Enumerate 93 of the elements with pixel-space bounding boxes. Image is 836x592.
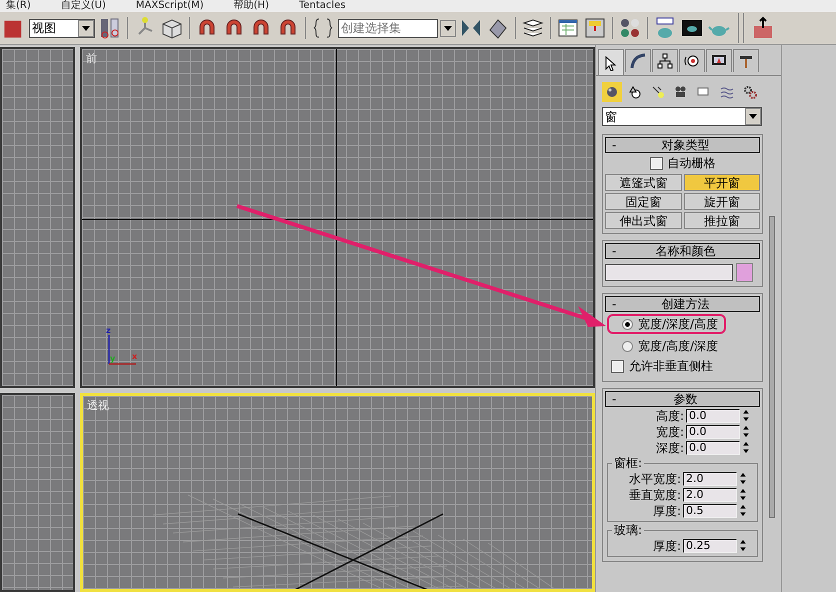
collapse-toggle[interactable]: - — [606, 138, 626, 152]
rollout-header[interactable]: - 名称和颜色 — [605, 243, 760, 259]
field-label: 垂直宽度: — [628, 488, 681, 502]
spinner-icon[interactable] — [739, 504, 747, 517]
spinner-icon[interactable] — [739, 472, 747, 485]
menu-item[interactable]: Tentacles — [298, 0, 346, 12]
viewport[interactable]: 前 z y x — [80, 47, 595, 388]
collapse-toggle[interactable]: - — [606, 244, 626, 258]
rollout-title: 对象类型 — [660, 136, 710, 154]
viewport-label: 前 — [86, 51, 97, 66]
schematic-icon[interactable] — [583, 16, 607, 40]
panel-tab[interactable] — [625, 49, 651, 72]
group-title: 玻璃: — [612, 523, 644, 537]
radio-button[interactable] — [622, 340, 633, 352]
viewport[interactable] — [0, 393, 75, 592]
caret-icon — [749, 114, 757, 119]
collapse-toggle[interactable]: - — [606, 392, 626, 406]
material-spheres-icon[interactable] — [618, 16, 642, 40]
viewport[interactable] — [0, 47, 75, 388]
number-field[interactable]: 0.0 — [686, 408, 740, 422]
field-label: 深度: — [656, 440, 684, 454]
menu-item[interactable]: 帮助(H) — [234, 0, 269, 12]
hierarchy-icon — [657, 53, 673, 69]
field-label: 宽度: — [656, 424, 684, 438]
panel-tab[interactable] — [598, 49, 624, 76]
checkbox[interactable] — [611, 360, 624, 373]
viewport-label: 透视 — [87, 398, 109, 413]
rollout-title: 创建方法 — [660, 296, 710, 312]
camera-icon — [674, 85, 688, 99]
cursor-icon — [603, 55, 619, 71]
caret-icon — [82, 26, 90, 30]
field-label: 厚度: — [652, 504, 681, 518]
caret-icon — [444, 26, 452, 30]
rollout-title: 名称和颜色 — [654, 242, 716, 260]
color-swatch[interactable] — [736, 263, 753, 282]
name-field[interactable] — [605, 264, 733, 281]
field-label: 高度: — [656, 408, 684, 422]
wheel-icon — [684, 53, 700, 69]
shapes-icon — [628, 85, 642, 99]
spinner-icon[interactable] — [742, 425, 750, 438]
light-icon — [651, 85, 665, 99]
waves-icon — [720, 85, 734, 99]
panel-tab[interactable] — [652, 49, 678, 72]
checkbox-label: 自动栅格 — [668, 155, 716, 172]
number-field[interactable]: 0.25 — [683, 538, 737, 552]
sphere-icon — [605, 85, 619, 99]
object-type-button[interactable]: 伸出式窗 — [605, 212, 682, 229]
curve-icon — [630, 53, 646, 69]
scrollbar[interactable] — [769, 216, 775, 518]
number-field[interactable]: 2.0 — [683, 472, 737, 486]
spinner-icon[interactable] — [742, 441, 750, 454]
radio-button[interactable] — [622, 318, 633, 330]
panel-tab[interactable] — [733, 49, 759, 72]
object-type-button[interactable]: 平开窗 — [684, 174, 760, 191]
radio-label: 宽度/高度/深度 — [638, 338, 718, 354]
axis-tripod-icon — [108, 335, 136, 365]
object-type-button[interactable]: 固定窗 — [605, 193, 682, 210]
dropdown-button[interactable] — [440, 20, 456, 36]
group-title: 窗框: — [612, 456, 644, 470]
axis-label: z — [106, 327, 111, 335]
object-type-button[interactable]: 遮篷式窗 — [605, 174, 682, 191]
object-type-button[interactable]: 推拉窗 — [684, 212, 760, 229]
menu-item[interactable]: MAXScript(M) — [136, 0, 204, 12]
category-dropdown[interactable]: 窗 — [602, 107, 762, 126]
axis-label: x — [132, 353, 138, 361]
selection-set-field[interactable]: 创建选择集 — [338, 18, 438, 38]
brackets-icon[interactable] — [311, 16, 335, 40]
number-field[interactable]: 0.0 — [686, 424, 740, 438]
hammer-icon — [738, 53, 754, 69]
axis-label: y — [110, 355, 116, 363]
menu-item[interactable]: 集(R) — [6, 0, 31, 12]
rollout-header[interactable]: - 对象类型 — [605, 137, 760, 153]
spinner-icon[interactable] — [739, 539, 747, 552]
radio-label: 宽度/深度/高度 — [638, 316, 718, 332]
viewport[interactable]: 透视 — [80, 393, 595, 592]
checkbox-label: 允许非垂直侧柱 — [629, 358, 713, 375]
rollout-header[interactable]: - 参数 — [605, 391, 760, 407]
field-label: 水平宽度: — [628, 472, 681, 486]
number-field[interactable]: 0.5 — [683, 504, 737, 518]
view-dropdown[interactable]: 视图 — [29, 18, 95, 38]
collapse-toggle[interactable]: - — [606, 297, 626, 311]
spinner-icon[interactable] — [742, 409, 750, 422]
spinner-icon[interactable] — [739, 488, 747, 501]
rollout-title: 参数 — [672, 390, 698, 408]
field-label: 厚度: — [652, 538, 681, 552]
number-field[interactable]: 0.0 — [686, 440, 740, 454]
panel-tab[interactable] — [679, 49, 705, 72]
checkbox[interactable] — [650, 157, 662, 170]
panel-tab[interactable] — [706, 49, 732, 72]
gears-icon — [743, 85, 757, 99]
rollout-header[interactable]: - 创建方法 — [605, 296, 760, 312]
object-type-button[interactable]: 旋开窗 — [684, 193, 760, 210]
number-field[interactable]: 2.0 — [683, 488, 737, 502]
